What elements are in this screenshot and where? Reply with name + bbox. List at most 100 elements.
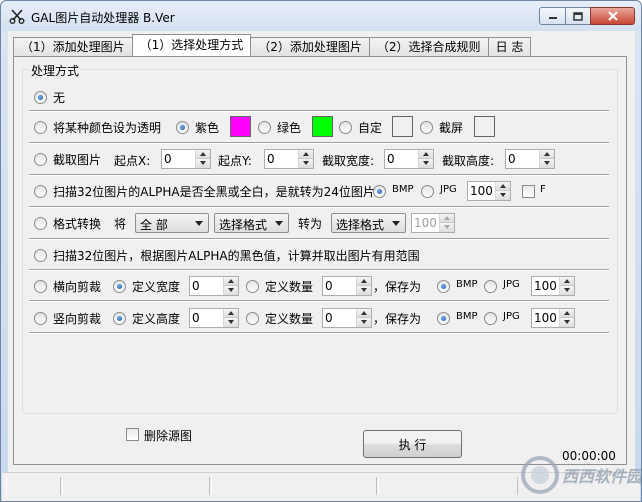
spin-down-icon[interactable] [299,159,313,168]
checkbox-delete-source[interactable] [126,428,139,441]
spin-down-icon[interactable] [224,286,238,295]
radio-screen[interactable] [420,121,433,134]
radio-alpha24-bmp[interactable] [373,185,386,198]
spin-up-icon[interactable] [299,150,313,159]
radio-vcut-def-count[interactable] [246,312,259,325]
spin-up-icon[interactable] [196,150,210,159]
radio-convert[interactable] [34,217,47,230]
radio-green[interactable] [258,121,271,134]
label-vcut-bmp: BMP [456,311,478,322]
start-x-spinner[interactable]: 0 [161,149,211,169]
radio-vcut-def-height[interactable] [113,312,126,325]
maximize-button[interactable] [565,7,591,25]
spin-up-icon[interactable] [560,309,574,318]
vcut-quality-spinner[interactable]: 100 [531,308,575,328]
tab-compose-rules[interactable]: （2）选择合成规则 [368,37,489,56]
label-none: 无 [53,91,66,105]
spin-up-icon[interactable] [540,150,554,159]
radio-hcut-def-width[interactable] [113,280,126,293]
tab-add-images-1[interactable]: （1）添加处理图片 [13,37,133,56]
divider [29,206,609,208]
radio-vcut[interactable] [34,312,47,325]
checkbox-f[interactable] [522,185,535,198]
close-button[interactable] [590,7,635,25]
scissors-icon [9,9,25,24]
divider [29,300,609,302]
spin-up-icon[interactable] [496,182,510,191]
watermark-text: 西西软件园 [562,467,641,486]
spin-down-icon[interactable] [540,159,554,168]
source-select[interactable]: 全 部 [135,213,209,233]
spin-down-icon[interactable] [196,159,210,168]
spin-down-icon[interactable] [496,191,510,200]
divider [29,110,609,112]
crop-height-spinner[interactable]: 0 [505,149,555,169]
spin-up-icon[interactable] [419,150,433,159]
status-cell [6,477,61,495]
tab-select-method[interactable]: （1）选择处理方式 [131,34,252,56]
start-y-spinner[interactable]: 0 [264,149,314,169]
divider [29,332,609,334]
radio-crop[interactable] [34,153,47,166]
radio-custom[interactable] [339,121,352,134]
method-group: 处理方式 无 将某种颜色设为透明 紫色 绿色 自定 截屏 截取图片 起点X: 0… [22,62,618,414]
minimize-button[interactable] [539,7,566,25]
tab-log[interactable]: 日 志 [487,37,532,56]
hcut-width-spinner[interactable]: 0 [189,276,239,296]
to-format-select[interactable]: 选择格式 [331,213,406,233]
close-icon [607,11,618,21]
label-alpha24: 扫描32位图片的ALPHA是否全黑或全白，是就转为24位图片 [53,185,375,199]
label-crop-width: 截取宽度: [322,154,375,168]
radio-hcut[interactable] [34,280,47,293]
label-green: 绿色 [277,121,302,135]
spin-down-icon[interactable] [419,159,433,168]
swatch-custom[interactable] [392,116,413,137]
radio-hcut-jpg[interactable] [484,280,497,293]
spin-up-icon[interactable] [357,309,371,318]
radio-alpha24[interactable] [34,185,47,198]
radio-vcut-bmp[interactable] [437,312,450,325]
swatch-magenta[interactable] [230,116,251,137]
alpha24-quality-spinner[interactable]: 100 [467,181,511,201]
radio-alpha24-jpg[interactable] [421,185,434,198]
radio-magenta[interactable] [176,121,189,134]
radio-hcut-bmp[interactable] [437,280,450,293]
swatch-green[interactable] [312,116,333,137]
label-alpha24-bmp: BMP [392,184,414,195]
radio-alpha-scan[interactable] [34,249,47,262]
vcut-height-spinner[interactable]: 0 [189,308,239,328]
label-crop-height: 截取高度: [442,154,495,168]
spin-down-icon[interactable] [440,223,454,232]
execute-button[interactable]: 执 行 [363,430,462,458]
label-vcut-def-count: 定义数量 [265,312,314,326]
status-cell [211,477,377,495]
spin-down-icon[interactable] [357,318,371,327]
hcut-count-spinner[interactable]: 0 [322,276,372,296]
radio-hcut-def-count[interactable] [246,280,259,293]
radio-vcut-jpg[interactable] [484,312,497,325]
radio-none[interactable] [34,91,47,104]
crop-width-spinner[interactable]: 0 [384,149,434,169]
spin-up-icon[interactable] [357,277,371,286]
tab-panel: 处理方式 无 将某种颜色设为透明 紫色 绿色 自定 截屏 截取图片 起点X: 0… [13,56,627,465]
spin-up-icon[interactable] [224,277,238,286]
label-alpha-scan: 扫描32位图片，根据图片ALPHA的黑色值，计算并取出图片有用范围 [53,249,420,263]
label-crop: 截取图片 [53,153,102,167]
from-format-select[interactable]: 选择格式 [214,213,289,233]
spin-up-icon[interactable] [440,214,454,223]
chevron-down-icon [275,221,283,226]
vcut-count-spinner[interactable]: 0 [322,308,372,328]
convert-quality-spinner[interactable]: 100 [411,213,455,233]
chevron-down-icon [195,221,203,226]
radio-transparent[interactable] [34,121,47,134]
spin-down-icon[interactable] [357,286,371,295]
spin-down-icon[interactable] [224,318,238,327]
label-hcut: 横向剪裁 [53,280,102,294]
spin-up-icon[interactable] [560,277,574,286]
spin-down-icon[interactable] [560,286,574,295]
hcut-quality-spinner[interactable]: 100 [531,276,575,296]
swatch-screen[interactable] [474,116,495,137]
spin-down-icon[interactable] [560,318,574,327]
tab-add-images-2[interactable]: （2）添加处理图片 [250,37,370,56]
spin-up-icon[interactable] [224,309,238,318]
